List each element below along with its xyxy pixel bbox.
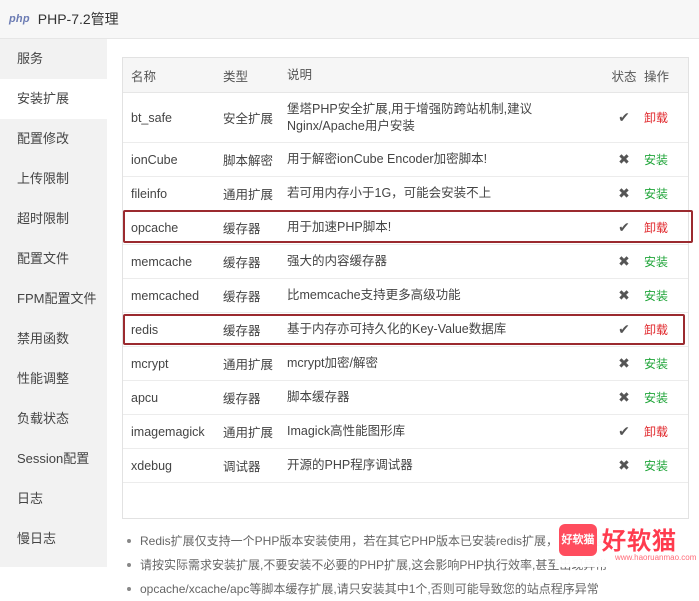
note-item: opcache/xcache/apc等脚本缓存扩展,请只安装其中1个,否则可能导… (122, 577, 692, 601)
ext-type: 调试器 (223, 448, 287, 483)
ext-desc: 用于加速PHP脚本! (287, 210, 604, 245)
php-logo-icon: php (9, 13, 30, 25)
sidebar-item-slow-log[interactable]: 慢日志 (0, 519, 107, 559)
watermark-logo: 好软猫 好软猫 www.haoruanmao.com (555, 520, 699, 567)
sidebar-item-session-config[interactable]: Session配置 (0, 439, 107, 479)
sidebar-item-load-status[interactable]: 负载状态 (0, 399, 107, 439)
ext-type: 通用扩展 (223, 414, 287, 449)
ext-name: fileinfo (123, 176, 223, 211)
ext-type: 通用扩展 (223, 346, 287, 381)
ext-type: 缓存器 (223, 380, 287, 415)
install-link[interactable]: 安装 (644, 187, 668, 201)
table-row: ionCube 脚本解密 用于解密ionCube Encoder加密脚本! ✖ … (123, 142, 688, 177)
ext-desc: 基于内存亦可持久化的Key-Value数据库 (287, 312, 604, 347)
ext-type: 安全扩展 (223, 92, 287, 143)
table-row: xdebug 调试器 开源的PHP程序调试器 ✖ 安装 (123, 448, 688, 483)
ext-name: apcu (123, 380, 223, 415)
table-row: mcrypt 通用扩展 mcrypt加密/解密 ✖ 安装 (123, 346, 688, 381)
table-row: imagemagick 通用扩展 Imagick高性能图形库 ✔ 卸载 (123, 414, 688, 449)
ext-name: mcrypt (123, 346, 223, 381)
table-row: redis 缓存器 基于内存亦可持久化的Key-Value数据库 ✔ 卸载 (123, 312, 688, 347)
status-cross-icon: ✖ (604, 278, 644, 313)
sidebar-item-config-modify[interactable]: 配置修改 (0, 119, 107, 159)
col-header-op: 操作 (644, 58, 688, 93)
table-row: memcached 缓存器 比memcache支持更多高级功能 ✖ 安装 (123, 278, 688, 313)
ext-type: 缓存器 (223, 278, 287, 313)
ext-type: 通用扩展 (223, 176, 287, 211)
status-cross-icon: ✖ (604, 142, 644, 177)
ext-desc: 堡塔PHP安全扩展,用于增强防跨站机制,建议Nginx/Apache用户安装 (287, 92, 604, 143)
table-row: bt_safe 安全扩展 堡塔PHP安全扩展,用于增强防跨站机制,建议Nginx… (123, 92, 688, 143)
ext-desc: mcrypt加密/解密 (287, 346, 604, 381)
ext-desc: 脚本缓存器 (287, 380, 604, 415)
ext-name: memcached (123, 278, 223, 313)
col-header-desc: 说明 (287, 58, 604, 93)
status-cross-icon: ✖ (604, 346, 644, 381)
sidebar-item-timeout-limit[interactable]: 超时限制 (0, 199, 107, 239)
ext-type: 脚本解密 (223, 142, 287, 177)
status-check-icon: ✔ (604, 414, 644, 449)
status-check-icon: ✔ (604, 312, 644, 347)
ext-type: 缓存器 (223, 210, 287, 245)
sidebar: 服务 安装扩展 配置修改 上传限制 超时限制 配置文件 FPM配置文件 禁用函数… (0, 39, 107, 567)
install-link[interactable]: 安装 (644, 153, 668, 167)
sidebar-item-disabled-functions[interactable]: 禁用函数 (0, 319, 107, 359)
ext-type: 缓存器 (223, 312, 287, 347)
install-link[interactable]: 安装 (644, 357, 668, 371)
status-cross-icon: ✖ (604, 448, 644, 483)
ext-desc: 用于解密ionCube Encoder加密脚本! (287, 142, 604, 177)
watermark-cat-icon: 好软猫 (559, 524, 597, 556)
ext-name: redis (123, 312, 223, 347)
ext-name: opcache (123, 210, 223, 245)
window-titlebar: php PHP-7.2管理 (0, 0, 699, 39)
col-header-type: 类型 (223, 58, 287, 93)
uninstall-link[interactable]: 卸载 (644, 425, 668, 439)
ext-name: bt_safe (123, 92, 223, 143)
col-header-status: 状态 (604, 58, 644, 93)
status-cross-icon: ✖ (604, 176, 644, 211)
sidebar-item-fpm-config[interactable]: FPM配置文件 (0, 279, 107, 319)
table-row: memcache 缓存器 强大的内容缓存器 ✖ 安装 (123, 244, 688, 279)
watermark-text: 好软猫 (602, 528, 677, 555)
sidebar-item-install-extension[interactable]: 安装扩展 (0, 79, 107, 119)
status-cross-icon: ✖ (604, 380, 644, 415)
uninstall-link[interactable]: 卸载 (644, 323, 668, 337)
sidebar-item-upload-limit[interactable]: 上传限制 (0, 159, 107, 199)
table-row: fileinfo 通用扩展 若可用内存小于1G，可能会安装不上 ✖ 安装 (123, 176, 688, 211)
ext-desc: 比memcache支持更多高级功能 (287, 278, 604, 313)
sidebar-item-service[interactable]: 服务 (0, 39, 107, 79)
uninstall-link[interactable]: 卸载 (644, 221, 668, 235)
sidebar-item-log[interactable]: 日志 (0, 479, 107, 519)
watermark-url: www.haoruanmao.com (615, 553, 697, 562)
status-check-icon: ✔ (604, 92, 644, 143)
main-panel: 名称 类型 说明 状态 操作 bt_safe 安全扩展 堡塔PHP安全扩展,用于… (107, 39, 699, 596)
install-link[interactable]: 安装 (644, 459, 668, 473)
extensions-table[interactable]: 名称 类型 说明 状态 操作 bt_safe 安全扩展 堡塔PHP安全扩展,用于… (122, 57, 689, 519)
table-row: apcu 缓存器 脚本缓存器 ✖ 安装 (123, 380, 688, 415)
status-check-icon: ✔ (604, 210, 644, 245)
ext-name: ionCube (123, 142, 223, 177)
uninstall-link[interactable]: 卸载 (644, 111, 668, 125)
ext-name: xdebug (123, 448, 223, 483)
table-header-row: 名称 类型 说明 状态 操作 (123, 58, 688, 93)
ext-desc: 强大的内容缓存器 (287, 244, 604, 279)
status-cross-icon: ✖ (604, 244, 644, 279)
ext-desc: Imagick高性能图形库 (287, 414, 604, 449)
sidebar-item-performance[interactable]: 性能调整 (0, 359, 107, 399)
ext-name: memcache (123, 244, 223, 279)
install-link[interactable]: 安装 (644, 391, 668, 405)
install-link[interactable]: 安装 (644, 255, 668, 269)
ext-desc: 开源的PHP程序调试器 (287, 448, 604, 483)
sidebar-item-config-file[interactable]: 配置文件 (0, 239, 107, 279)
col-header-name: 名称 (123, 58, 223, 93)
ext-name: imagemagick (123, 414, 223, 449)
ext-type: 缓存器 (223, 244, 287, 279)
ext-desc: 若可用内存小于1G，可能会安装不上 (287, 176, 604, 211)
install-link[interactable]: 安装 (644, 289, 668, 303)
table-row: opcache 缓存器 用于加速PHP脚本! ✔ 卸载 (123, 210, 688, 245)
window-title: PHP-7.2管理 (37, 11, 119, 27)
